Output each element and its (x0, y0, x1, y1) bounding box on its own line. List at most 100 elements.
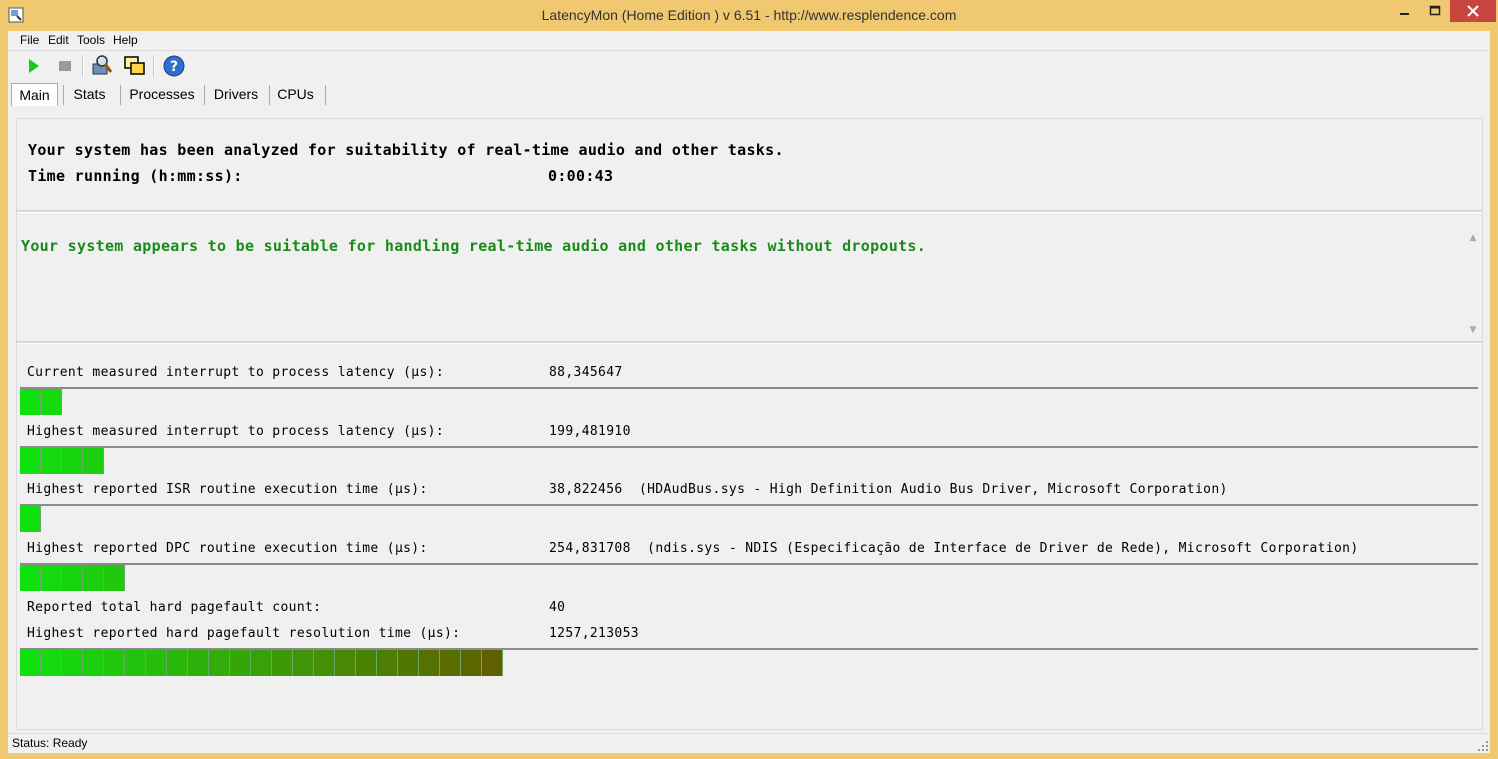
bar-segment (20, 650, 41, 676)
tab-divider (269, 85, 270, 105)
bar-segment (20, 565, 41, 591)
bar-segment (314, 650, 335, 676)
verdict-text: Your system appears to be suitable for h… (21, 237, 927, 255)
bar-segment (230, 650, 251, 676)
latency-bar (20, 387, 1478, 417)
menu-file[interactable]: File (20, 33, 39, 47)
minimize-button[interactable] (1390, 0, 1420, 22)
tab-cpus[interactable]: CPUs (273, 83, 318, 105)
bar-segment (41, 565, 62, 591)
main-panel: Your system has been analyzed for suitab… (16, 118, 1483, 730)
bar-segment (440, 650, 461, 676)
bar-fill (20, 448, 104, 474)
toolbar-separator (82, 55, 84, 77)
metric-label: Highest reported ISR routine execution t… (27, 482, 428, 497)
analyze-icon (92, 55, 113, 75)
bar-segment (41, 448, 62, 474)
bar-segment (41, 650, 62, 676)
metric-value: 38,822456 (HDAudBus.sys - High Definitio… (549, 482, 1228, 497)
scroll-up-icon[interactable]: ▲ (1467, 233, 1479, 245)
help-button[interactable]: ? (162, 54, 186, 78)
metric-label: Current measured interrupt to process la… (27, 365, 445, 380)
bar-segment (104, 565, 125, 591)
menu-edit[interactable]: Edit (48, 33, 69, 47)
time-running-value: 0:00:43 (548, 167, 614, 185)
tab-divider (120, 85, 121, 105)
toolbar: ? (8, 51, 1490, 81)
bar-segment (398, 650, 419, 676)
bar-segment (20, 506, 41, 532)
latency-bar (20, 446, 1478, 476)
close-icon (1467, 5, 1479, 17)
bar-segment (209, 650, 230, 676)
metric-label: Highest reported DPC routine execution t… (27, 541, 428, 556)
tab-divider (63, 85, 64, 105)
tab-main[interactable]: Main (11, 83, 58, 106)
play-icon (29, 59, 39, 73)
bar-segment (62, 650, 83, 676)
menu-tools[interactable]: Tools (77, 33, 105, 47)
maximize-button[interactable] (1420, 0, 1450, 22)
bar-segment (83, 565, 104, 591)
bar-segment (419, 650, 440, 676)
bar-segment (83, 650, 104, 676)
stop-icon (59, 61, 71, 71)
bar-segment (251, 650, 272, 676)
resize-grip-icon[interactable] (1478, 741, 1488, 751)
maximize-icon (1429, 5, 1441, 16)
bar-segment (20, 389, 41, 415)
bar-segment (83, 448, 104, 474)
menu-bar: File Edit Tools Help (8, 31, 1490, 51)
bar-fill (20, 389, 62, 415)
latency-bar (20, 563, 1478, 593)
windows-icon (124, 56, 145, 75)
metric-value: 254,831708 (ndis.sys - NDIS (Especificaç… (549, 541, 1359, 556)
bar-segment (104, 650, 125, 676)
status-bar: Status: Ready (8, 733, 1490, 753)
title-bar[interactable]: LatencyMon (Home Edition ) v 6.51 - http… (0, 0, 1498, 31)
analyzed-text: Your system has been analyzed for suitab… (28, 141, 784, 159)
windows-button[interactable] (123, 54, 147, 78)
app-window: LatencyMon (Home Edition ) v 6.51 - http… (0, 0, 1498, 759)
scroll-down-icon[interactable]: ▼ (1467, 325, 1479, 337)
latency-bar (20, 504, 1478, 534)
bar-segment (293, 650, 314, 676)
metric-value: 40 (549, 600, 566, 615)
time-running-label: Time running (h:mm:ss): (28, 167, 243, 185)
status-text: Status: Ready (12, 736, 88, 750)
svg-text:?: ? (170, 59, 178, 75)
bar-segment (188, 650, 209, 676)
tab-drivers[interactable]: Drivers (208, 83, 264, 105)
tab-stats[interactable]: Stats (66, 83, 113, 105)
verdict-box[interactable]: Your system appears to be suitable for h… (17, 229, 1482, 341)
bar-segment (146, 650, 167, 676)
stop-button[interactable] (53, 54, 77, 78)
window-title: LatencyMon (Home Edition ) v 6.51 - http… (541, 7, 957, 23)
tab-processes[interactable]: Processes (125, 83, 199, 105)
start-button[interactable] (22, 54, 46, 78)
metric-label: Highest measured interrupt to process la… (27, 424, 445, 439)
tab-divider (325, 85, 326, 105)
divider (17, 210, 1482, 213)
metric-detail: (ndis.sys - NDIS (Especificação de Inter… (647, 541, 1359, 556)
menu-help[interactable]: Help (113, 33, 138, 47)
metric-label: Reported total hard pagefault count: (27, 600, 322, 615)
help-icon: ? (163, 55, 185, 77)
bar-segment (20, 448, 41, 474)
bar-segment (62, 565, 83, 591)
divider (17, 341, 1482, 344)
bar-segment (356, 650, 377, 676)
bar-segment (167, 650, 188, 676)
bar-segment (377, 650, 398, 676)
metric-detail: (HDAudBus.sys - High Definition Audio Bu… (638, 482, 1228, 497)
bar-segment (482, 650, 503, 676)
bar-segment (62, 448, 83, 474)
bar-segment (125, 650, 146, 676)
client-area: File Edit Tools Help ? Main Stats Proces… (8, 31, 1490, 753)
metric-label: Highest reported hard pagefault resoluti… (27, 626, 461, 641)
latency-bar (20, 648, 1478, 678)
close-button[interactable] (1450, 0, 1496, 22)
bar-fill (20, 506, 41, 532)
bar-fill (20, 565, 125, 591)
analyze-button[interactable] (90, 54, 114, 78)
